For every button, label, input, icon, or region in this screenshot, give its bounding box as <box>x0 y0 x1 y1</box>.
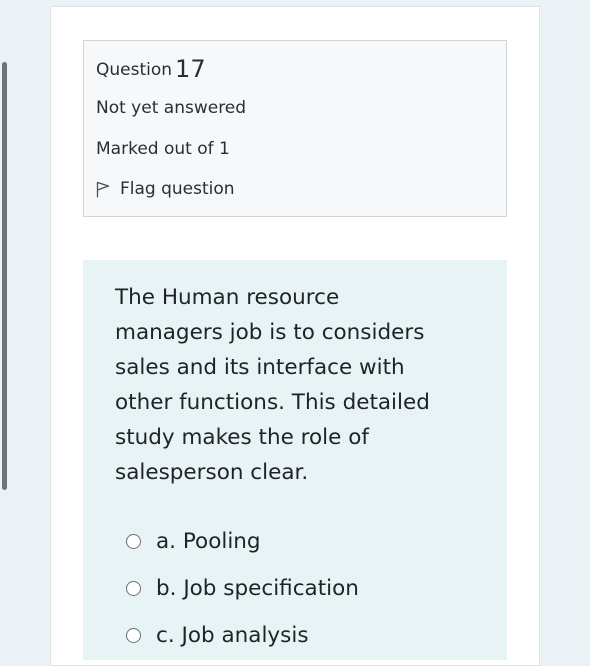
radio-icon[interactable] <box>126 581 141 596</box>
question-info-box: Question 17 Not yet answered Marked out o… <box>83 40 507 217</box>
question-marks: Marked out of 1 <box>96 139 230 159</box>
answer-label: c. Job analysis <box>156 623 309 648</box>
flag-question-label: Flag question <box>120 179 235 199</box>
question-heading: Question 17 <box>96 55 206 83</box>
question-content: The Human resource managers job is to co… <box>83 260 507 660</box>
question-text: The Human resource managers job is to co… <box>115 285 430 485</box>
answer-options: a. Pooling b. Job specification c. Job a… <box>126 518 359 659</box>
question-label: Question <box>96 60 173 80</box>
answer-label: a. Pooling <box>156 529 261 554</box>
flag-icon <box>96 180 112 198</box>
answer-option-a[interactable]: a. Pooling <box>126 518 359 565</box>
answer-option-b[interactable]: b. Job specification <box>126 565 359 612</box>
flag-question-link[interactable]: Flag question <box>96 179 235 199</box>
radio-icon[interactable] <box>126 534 141 549</box>
radio-icon[interactable] <box>126 628 141 643</box>
answer-label: b. Job specification <box>156 576 359 601</box>
scroll-indicator[interactable] <box>2 62 7 490</box>
answer-status: Not yet answered <box>96 98 247 118</box>
question-number: 17 <box>175 55 206 83</box>
answer-option-c[interactable]: c. Job analysis <box>126 612 359 659</box>
